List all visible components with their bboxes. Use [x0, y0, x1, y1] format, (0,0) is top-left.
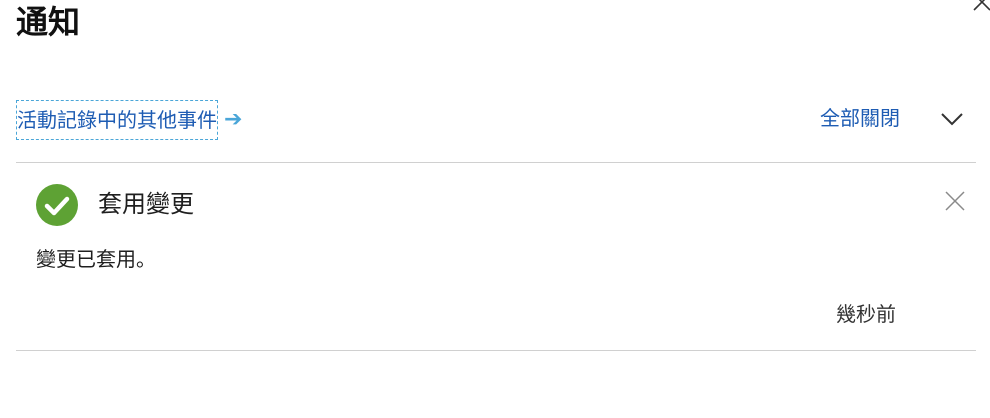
activity-log-link-row: 活動記錄中的其他事件 ➔ — [16, 100, 242, 140]
notification-message: 變更已套用。 — [36, 247, 156, 271]
panel-close-icon[interactable] — [970, 0, 990, 12]
notification-timestamp: 幾秒前 — [836, 302, 896, 326]
check-circle-icon — [36, 184, 78, 226]
divider — [16, 350, 976, 351]
panel-title: 通知 — [16, 3, 81, 41]
arrow-right-icon[interactable]: ➔ — [224, 107, 242, 133]
notification-close-icon[interactable] — [944, 190, 966, 212]
notification-title: 套用變更 — [98, 190, 194, 218]
divider — [16, 162, 976, 163]
dismiss-all-button[interactable]: 全部關閉 — [820, 104, 900, 132]
chevron-down-icon[interactable] — [940, 110, 964, 128]
activity-log-link[interactable]: 活動記錄中的其他事件 — [16, 100, 218, 140]
